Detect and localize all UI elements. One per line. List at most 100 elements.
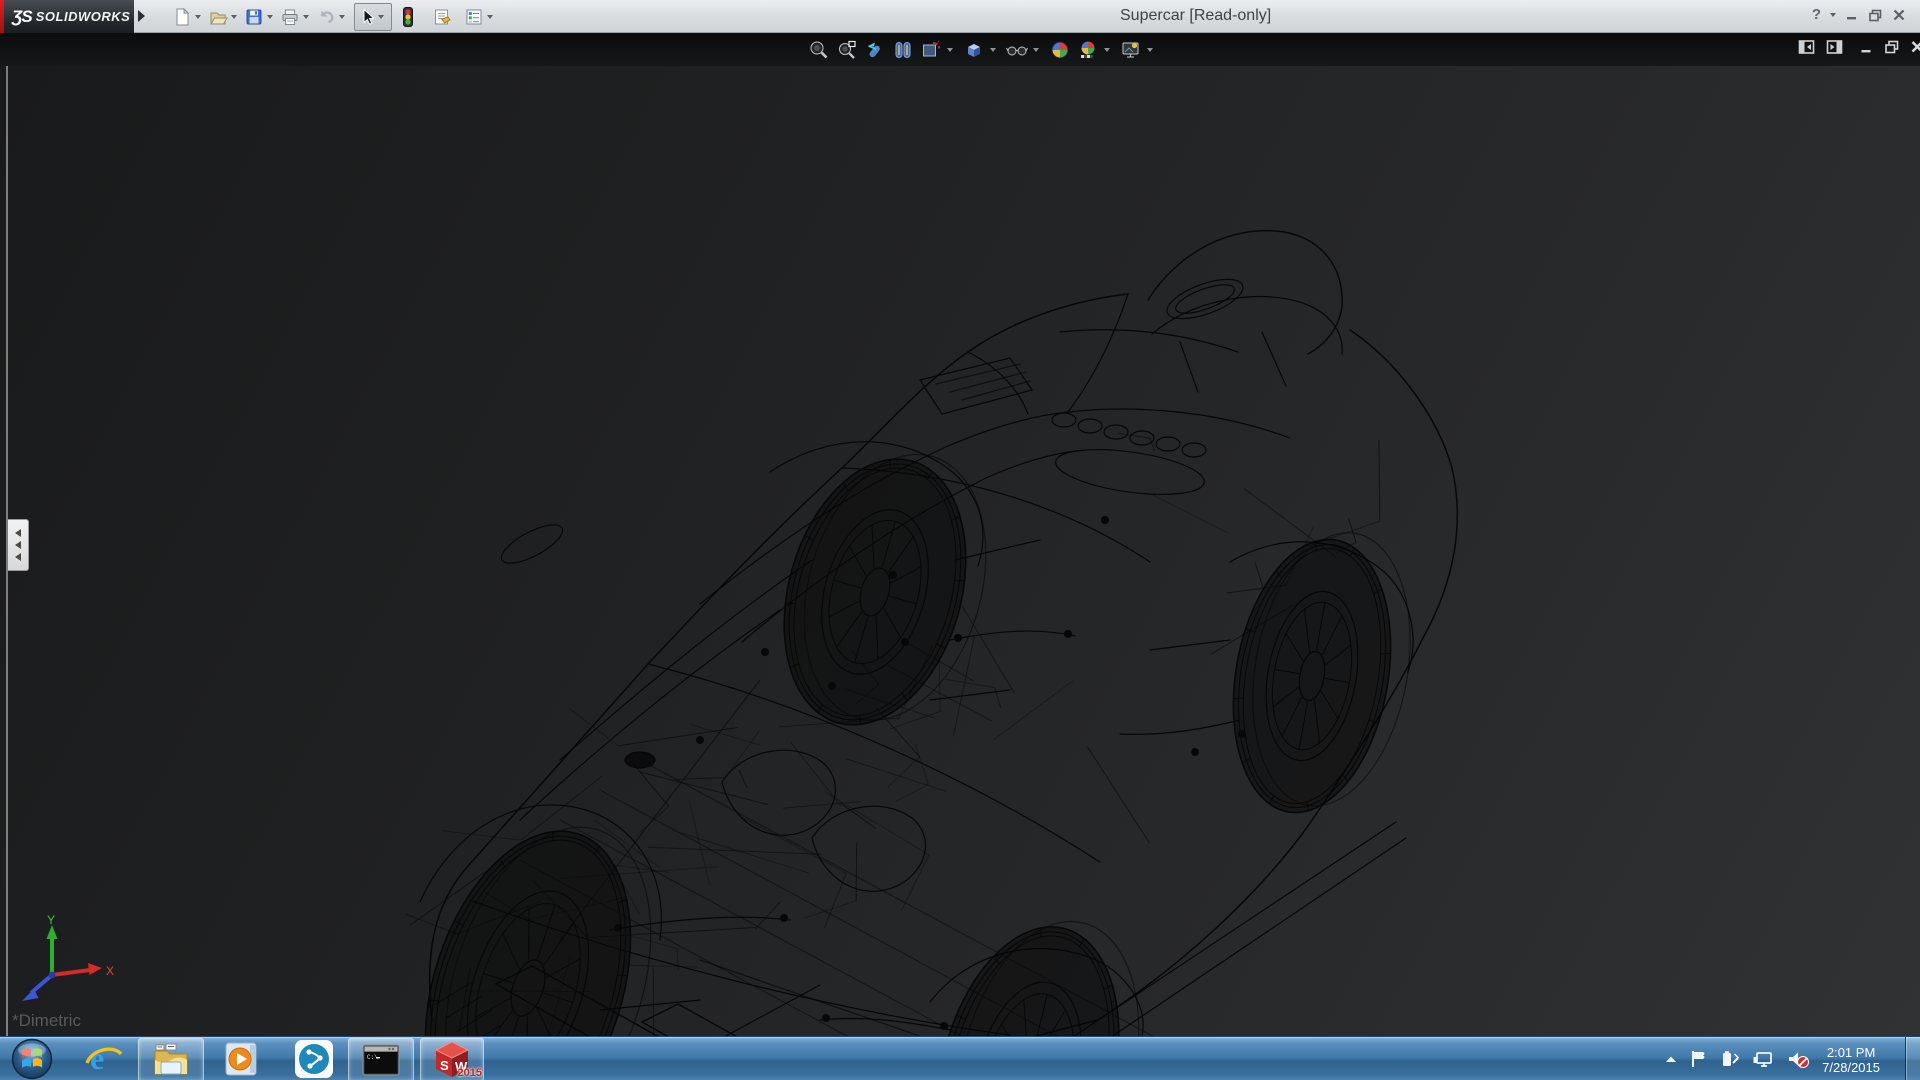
zoom-to-fit-button[interactable]	[806, 38, 831, 63]
flag-icon	[1690, 1049, 1708, 1069]
expand-pane-icon[interactable]	[1826, 39, 1844, 55]
collapse-arrow-icon	[15, 529, 21, 537]
undo-icon	[316, 7, 336, 27]
triad-x-label: X	[106, 964, 114, 978]
brand-name: SOLIDWORKS	[36, 9, 131, 24]
show-desktop-button[interactable]	[1905, 1037, 1920, 1080]
apply-scene-dropdown-icon[interactable]	[1104, 48, 1110, 52]
apply-scene-icon	[1077, 39, 1099, 61]
logo-red-strip	[0, 0, 4, 33]
action-center-button[interactable]	[1690, 1049, 1708, 1069]
share-app-icon	[293, 1038, 335, 1080]
print-button[interactable]	[278, 5, 302, 29]
doc-minimize-button[interactable]	[1860, 39, 1874, 55]
triad-y-label: Y	[47, 913, 55, 927]
network-icon	[1752, 1049, 1774, 1069]
select-tool-button[interactable]	[354, 3, 392, 31]
hide-show-items-button[interactable]	[1004, 38, 1029, 63]
save-button[interactable]	[242, 5, 266, 29]
battery-plug-icon	[1720, 1049, 1740, 1069]
new-document-button[interactable]	[170, 5, 194, 29]
select-dropdown-icon[interactable]	[378, 15, 384, 19]
undo-button[interactable]	[314, 5, 338, 29]
internet-explorer-icon: e	[84, 1039, 124, 1079]
edit-appearance-button[interactable]	[1047, 38, 1072, 63]
window-title: Supercar [Read-only]	[1120, 7, 1271, 25]
annotation-views-dropdown-icon[interactable]	[947, 48, 953, 52]
close-button[interactable]	[1892, 8, 1906, 22]
headsup-view-toolbar	[806, 36, 1158, 64]
restore-button[interactable]	[1868, 8, 1883, 22]
reference-triad: Y X	[14, 913, 124, 1013]
collapse-arrow-icon	[15, 553, 21, 561]
open-icon	[208, 7, 228, 27]
open-button[interactable]	[206, 5, 230, 29]
save-icon	[244, 7, 264, 27]
zoom-to-area-button[interactable]	[834, 38, 859, 63]
folder-icon	[151, 1041, 191, 1079]
previous-view-button[interactable]	[862, 38, 887, 63]
help-dropdown-icon[interactable]	[1830, 13, 1836, 17]
solidworks-glyph-icon: ƷS	[12, 7, 32, 27]
doc-close-button[interactable]	[1910, 39, 1920, 55]
svg-text:e: e	[90, 1040, 104, 1076]
system-tray: 2:01 PM 7/28/2015	[1664, 1037, 1902, 1080]
taskbar-media-player[interactable]	[218, 1038, 266, 1080]
taskbar-share-app[interactable]	[288, 1038, 340, 1080]
section-view-button[interactable]	[890, 38, 915, 63]
view-orientation-button[interactable]	[961, 38, 986, 63]
traffic-light-icon	[400, 6, 416, 28]
show-hidden-icons-button[interactable]	[1664, 1054, 1678, 1064]
appearance-ball-icon	[1049, 39, 1071, 61]
save-dropdown-icon[interactable]	[267, 15, 273, 19]
volume-muted-icon	[1786, 1049, 1810, 1069]
view-orientation-dropdown-icon[interactable]	[990, 48, 996, 52]
open-dropdown-icon[interactable]	[231, 15, 237, 19]
dynamic-annotation-views-button[interactable]	[918, 38, 943, 63]
new-document-icon	[172, 7, 192, 27]
previous-view-icon	[864, 39, 886, 61]
window-controls: ?	[1812, 6, 1906, 23]
view-settings-button[interactable]	[1118, 38, 1143, 63]
collapse-pane-icon[interactable]	[1798, 39, 1816, 55]
eyeglasses-icon	[1005, 39, 1029, 61]
menu-expand-arrow-icon[interactable]	[138, 10, 145, 22]
taskbar-solidworks[interactable]: S W 2015	[420, 1038, 484, 1080]
solidworks-year-badge: 2015	[458, 1067, 482, 1079]
view-cube-icon	[963, 39, 985, 61]
clock-time: 2:01 PM	[1822, 1045, 1880, 1060]
help-button[interactable]: ?	[1812, 6, 1821, 23]
up-arrow-icon	[1664, 1054, 1678, 1064]
minimize-button[interactable]	[1845, 8, 1859, 22]
view-settings-dropdown-icon[interactable]	[1147, 48, 1153, 52]
new-dropdown-icon[interactable]	[195, 15, 201, 19]
options-dropdown-icon[interactable]	[487, 15, 493, 19]
document-window-controls	[1798, 39, 1920, 55]
select-cursor-icon	[357, 7, 377, 27]
solidworks-logo: ƷS SOLIDWORKS	[0, 0, 134, 33]
print-icon	[280, 7, 300, 27]
file-properties-button[interactable]	[430, 5, 454, 29]
taskbar-command-prompt[interactable]: C:\	[348, 1038, 414, 1080]
windows-start-orb-icon	[11, 1038, 53, 1080]
taskbar-clock[interactable]: 2:01 PM 7/28/2015	[1822, 1044, 1880, 1075]
taskbar-internet-explorer[interactable]: e	[80, 1038, 128, 1080]
viewport-canvas[interactable]: Y X *Dimetric	[0, 33, 1920, 1036]
print-dropdown-icon[interactable]	[303, 15, 309, 19]
rebuild-button[interactable]	[396, 5, 420, 29]
clock-date: 7/28/2015	[1822, 1060, 1880, 1075]
doc-restore-button[interactable]	[1884, 39, 1900, 55]
undo-dropdown-icon[interactable]	[339, 15, 345, 19]
apply-scene-button[interactable]	[1075, 38, 1100, 63]
start-button[interactable]	[8, 1038, 56, 1080]
options-button[interactable]	[462, 5, 486, 29]
taskbar: e	[0, 1036, 1920, 1080]
power-status-button[interactable]	[1720, 1049, 1740, 1069]
volume-button[interactable]	[1786, 1049, 1810, 1069]
hide-show-dropdown-icon[interactable]	[1033, 48, 1039, 52]
view-orientation-label: *Dimetric	[12, 1011, 81, 1031]
featuremanager-collapsed-tab[interactable]	[8, 519, 29, 571]
network-status-button[interactable]	[1752, 1049, 1774, 1069]
taskbar-windows-explorer[interactable]	[138, 1038, 204, 1080]
zoom-to-fit-icon	[808, 39, 830, 61]
